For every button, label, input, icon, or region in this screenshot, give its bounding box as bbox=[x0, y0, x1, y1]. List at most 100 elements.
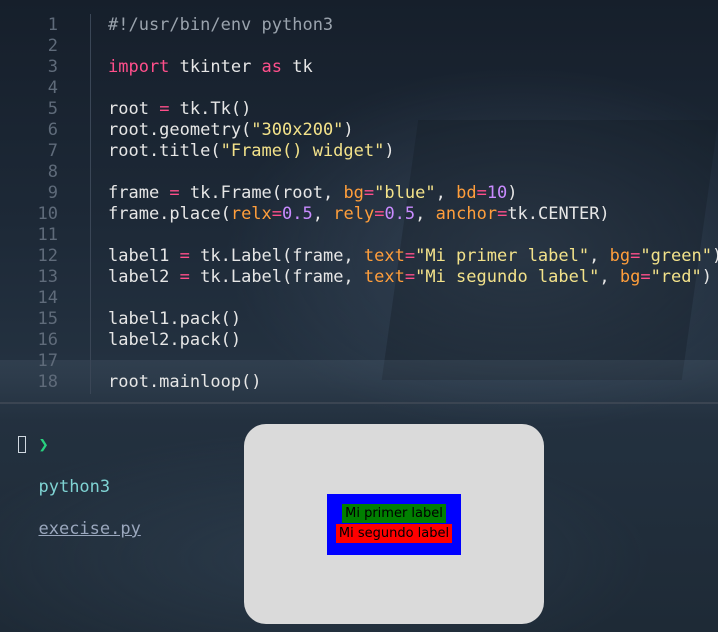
code-line[interactable]: 3 import tkinter as tk bbox=[0, 57, 718, 78]
terminal-prompt-line[interactable]: ❯ python3 execise.py bbox=[18, 414, 140, 540]
code-line[interactable]: 10 frame.place(relx=0.5, rely=0.5, anchor… bbox=[0, 204, 718, 225]
code-token: ) bbox=[701, 267, 712, 287]
code-token: , bbox=[435, 183, 457, 203]
code-token: , bbox=[589, 246, 610, 266]
line-number: 16 bbox=[37, 330, 58, 350]
code-token: frame bbox=[108, 183, 170, 203]
code-token: "300x200" bbox=[251, 120, 344, 140]
line-number: 15 bbox=[37, 309, 58, 329]
code-token: ) bbox=[712, 246, 718, 266]
line-number: 17 bbox=[37, 351, 58, 371]
code-token: bd bbox=[456, 183, 477, 203]
code-token: = bbox=[404, 246, 416, 266]
code-line[interactable]: 4 bbox=[0, 78, 718, 99]
code-line[interactable]: 15 label1.pack() bbox=[0, 309, 718, 330]
code-token: = bbox=[404, 267, 416, 287]
code-line[interactable]: 2 bbox=[0, 36, 718, 57]
code-line[interactable]: 1 #!/usr/bin/env python3 bbox=[0, 15, 718, 36]
line-number: 6 bbox=[47, 120, 58, 140]
code-token: = bbox=[179, 267, 190, 287]
line-number: 3 bbox=[47, 57, 58, 77]
code-token: 10 bbox=[486, 183, 508, 203]
code-token: bg bbox=[343, 183, 364, 203]
code-line[interactable]: 11 bbox=[0, 225, 718, 246]
code-line[interactable]: 6 root.geometry("300x200") bbox=[0, 120, 718, 141]
code-token: root.mainloop() bbox=[108, 372, 262, 392]
code-token: , bbox=[312, 204, 334, 224]
code-token: = bbox=[271, 204, 283, 224]
line-number: 12 bbox=[37, 246, 58, 266]
tk-label-segundo: Mi segundo label bbox=[336, 524, 452, 543]
code-token: 0.5 bbox=[384, 204, 416, 224]
code-token: tk.Frame(root, bbox=[179, 183, 344, 203]
code-token: "blue" bbox=[374, 183, 436, 203]
line-number: 18 bbox=[37, 372, 58, 392]
code-token: = bbox=[374, 204, 385, 224]
code-token: tk.Tk() bbox=[169, 99, 252, 119]
code-line[interactable]: 5 root = tk.Tk() bbox=[0, 99, 718, 120]
code-token: = bbox=[497, 204, 508, 224]
code-token: as bbox=[261, 57, 283, 77]
code-line[interactable]: 16 label2.pack() bbox=[0, 330, 718, 351]
line-number: 11 bbox=[37, 225, 58, 245]
line-number: 13 bbox=[37, 267, 58, 287]
code-token: ) bbox=[507, 183, 518, 203]
terminal-file-link[interactable]: execise.py bbox=[38, 519, 140, 539]
code-token: label2 bbox=[108, 267, 180, 287]
code-line[interactable]: 17 bbox=[0, 351, 718, 372]
code-token: text bbox=[363, 246, 405, 266]
code-token: = bbox=[363, 183, 375, 203]
code-token: tk.Label(frame, bbox=[189, 246, 364, 266]
line-number: 10 bbox=[37, 204, 58, 224]
code-text: label2 = tk.Label(frame, text="Mi segund… bbox=[108, 267, 712, 288]
code-token: , bbox=[599, 267, 620, 287]
code-text: root = tk.Tk() bbox=[108, 99, 251, 120]
code-token: "Mi primer label" bbox=[415, 246, 590, 266]
line-number: 5 bbox=[47, 99, 58, 119]
code-line[interactable]: 7 root.title("Frame() widget") bbox=[0, 141, 718, 162]
code-token: tk bbox=[282, 57, 313, 77]
code-token: label1.pack() bbox=[108, 309, 242, 329]
code-token: = bbox=[159, 99, 170, 119]
line-number: 9 bbox=[47, 183, 58, 203]
code-token: anchor bbox=[435, 204, 498, 224]
code-line[interactable]: 8 bbox=[0, 162, 718, 183]
code-token: root.title( bbox=[108, 141, 221, 161]
code-line[interactable]: 13 label2 = tk.Label(frame, text="Mi segu… bbox=[0, 267, 718, 288]
code-text: label1 = tk.Label(frame, text="Mi primer… bbox=[108, 246, 718, 267]
line-number: 7 bbox=[47, 141, 58, 161]
tk-window[interactable]: Mi primer label Mi segundo label bbox=[244, 424, 544, 624]
code-token: #!/usr/bin/env python3 bbox=[108, 15, 334, 35]
code-token: "Mi segundo label" bbox=[415, 267, 600, 287]
code-token: root.geometry( bbox=[108, 120, 252, 140]
line-number: 14 bbox=[37, 288, 58, 308]
code-token: frame.place( bbox=[108, 204, 231, 224]
code-text: label2.pack() bbox=[108, 330, 241, 351]
code-text: root.mainloop() bbox=[108, 372, 262, 393]
code-text: root.title("Frame() widget") bbox=[108, 141, 395, 162]
code-token: bg bbox=[609, 246, 631, 266]
tk-label-primer: Mi primer label bbox=[342, 504, 446, 523]
code-line[interactable]: 9 frame = tk.Frame(root, bg="blue", bd=10… bbox=[0, 183, 718, 204]
code-token: label1 bbox=[108, 246, 180, 266]
code-token: rely bbox=[333, 204, 375, 224]
code-token: 0.5 bbox=[282, 204, 313, 224]
line-number: 4 bbox=[47, 78, 58, 98]
code-token: = bbox=[179, 246, 190, 266]
code-token: "red" bbox=[650, 267, 702, 287]
code-text: label1.pack() bbox=[108, 309, 241, 330]
code-token: tkinter bbox=[169, 57, 262, 77]
line-number: 1 bbox=[47, 15, 58, 35]
code-line[interactable]: 14 bbox=[0, 288, 718, 309]
code-line[interactable]: 12 label1 = tk.Label(frame, text="Mi prim… bbox=[0, 246, 718, 267]
code-token: = bbox=[169, 183, 180, 203]
code-token: import bbox=[108, 57, 170, 77]
code-line[interactable]: 18 root.mainloop() bbox=[0, 372, 718, 393]
editor-terminal-divider bbox=[0, 402, 718, 404]
code-editor[interactable]: 1 #!/usr/bin/env python3 2 3 import tkinter … bbox=[0, 0, 718, 400]
code-token: ) bbox=[343, 120, 354, 140]
line-number: 8 bbox=[47, 162, 58, 182]
code-token: text bbox=[363, 267, 405, 287]
code-text: frame = tk.Frame(root, bg="blue", bd=10) bbox=[108, 183, 518, 204]
code-text: #!/usr/bin/env python3 bbox=[108, 15, 333, 36]
